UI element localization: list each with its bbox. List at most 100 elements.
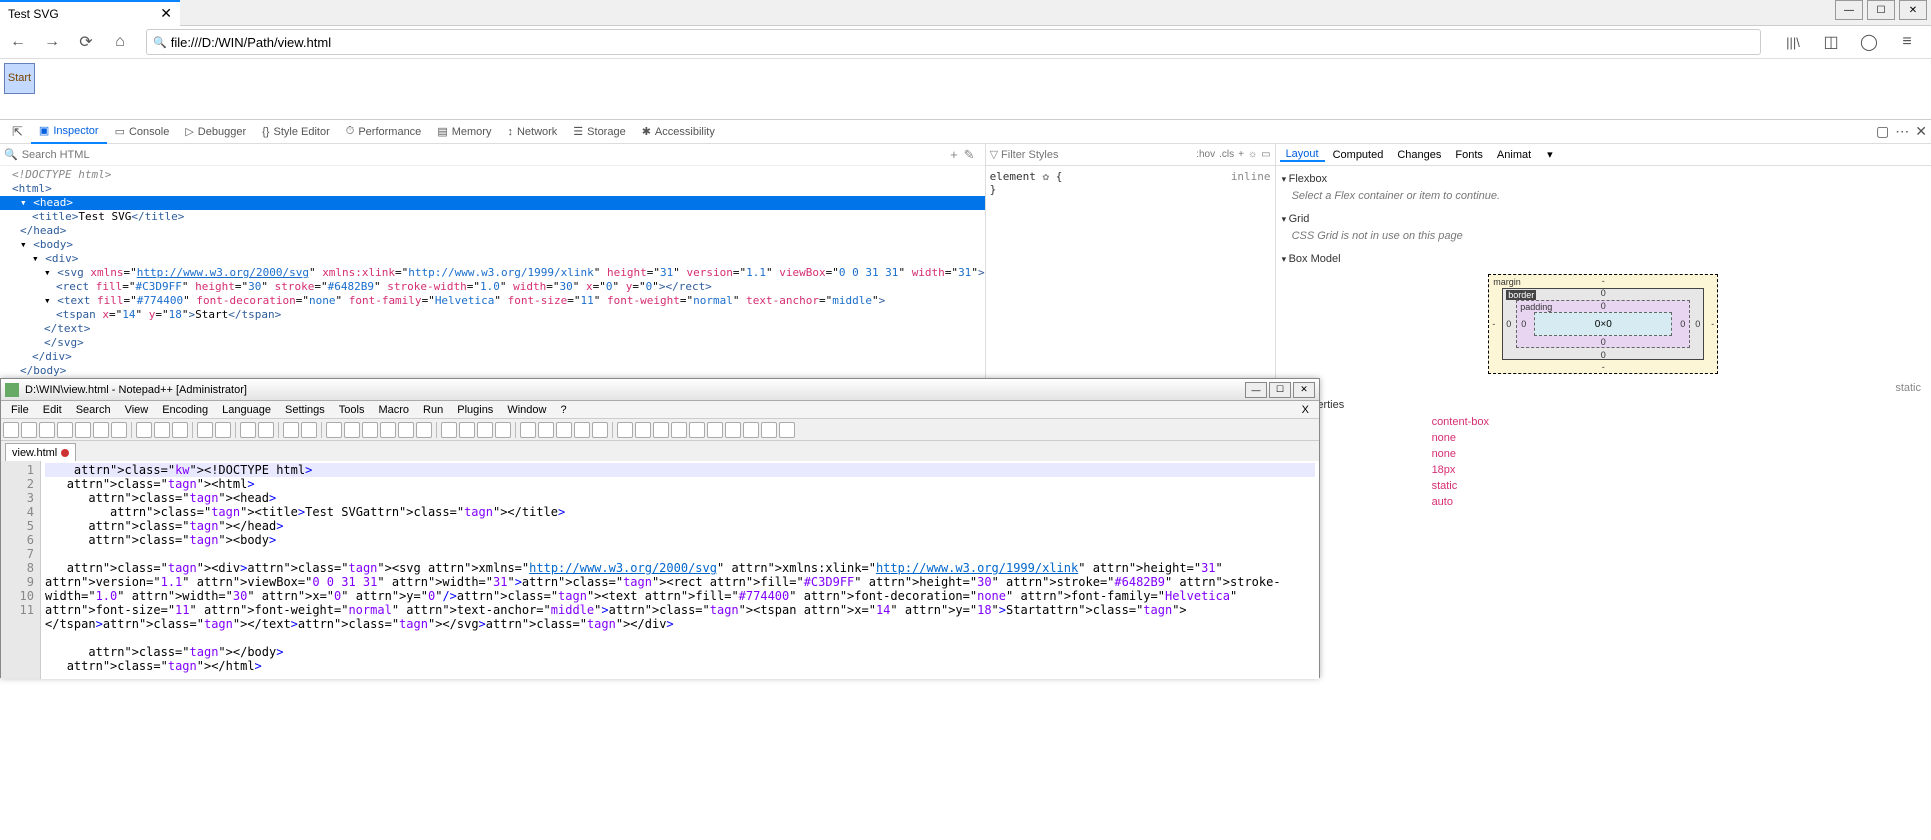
html-open[interactable]: <html>: [12, 182, 52, 195]
npp-titlebar[interactable]: D:\WIN\view.html - Notepad++ [Administra…: [1, 379, 1319, 401]
tb-paste-icon[interactable]: [172, 422, 188, 438]
browser-tab[interactable]: Test SVG ✕: [0, 0, 180, 26]
search-html-input[interactable]: [22, 149, 944, 161]
tb-misc10-icon[interactable]: [779, 422, 795, 438]
tb-cut-icon[interactable]: [136, 422, 152, 438]
menu-view[interactable]: View: [119, 404, 155, 416]
body-close[interactable]: </body>: [0, 364, 985, 378]
text-open[interactable]: ▾ <text fill="#774400" font-decoration="…: [0, 294, 985, 308]
tb-replace-icon[interactable]: [258, 422, 274, 438]
grid-section[interactable]: Grid: [1282, 210, 1925, 228]
cls-toggle[interactable]: .cls: [1219, 149, 1234, 160]
menu-macro[interactable]: Macro: [372, 404, 415, 416]
svg-open[interactable]: ▾ <svg xmlns="http://www.w3.org/2000/svg…: [0, 266, 985, 280]
tab-accessibility[interactable]: ✱ Accessibility: [634, 120, 723, 144]
tb-fold-icon[interactable]: [398, 422, 414, 438]
menu-run[interactable]: Run: [417, 404, 449, 416]
menu-icon[interactable]: ≡: [1893, 28, 1921, 56]
pick-element-icon[interactable]: ⇱: [4, 120, 31, 144]
computed-tab[interactable]: Computed: [1327, 149, 1390, 161]
tb-playmulti-icon[interactable]: [574, 422, 590, 438]
npp-x-label[interactable]: X: [1296, 404, 1315, 416]
light-icon[interactable]: ☼: [1248, 149, 1257, 160]
tb-misc5-icon[interactable]: [689, 422, 705, 438]
more-icon[interactable]: ▾: [1541, 148, 1559, 161]
tb-zoomin-icon[interactable]: [283, 422, 299, 438]
tb-saveall-icon[interactable]: [57, 422, 73, 438]
tb-misc3-icon[interactable]: [653, 422, 669, 438]
tb-zoomout-icon[interactable]: [301, 422, 317, 438]
tb-map-icon[interactable]: [495, 422, 511, 438]
npp-close-icon[interactable]: ✕: [1293, 382, 1315, 398]
tab-network[interactable]: ↕ Network: [499, 120, 565, 144]
fonts-tab[interactable]: Fonts: [1449, 149, 1489, 161]
tb-uncomment-icon[interactable]: [459, 422, 475, 438]
npp-file-tab[interactable]: view.html: [5, 443, 76, 461]
home-button[interactable]: ⌂: [106, 28, 134, 56]
box-model-diagram[interactable]: margin - - - - border 0 0 0 0 padding 0 …: [1488, 274, 1718, 374]
tb-rec-icon[interactable]: [520, 422, 536, 438]
menu-window[interactable]: Window: [501, 404, 552, 416]
tb-wrap-icon[interactable]: [344, 422, 360, 438]
svg-close[interactable]: </svg>: [0, 336, 985, 350]
tab-inspector[interactable]: ▣ Inspector: [31, 120, 107, 144]
back-button[interactable]: ←: [4, 28, 32, 56]
tb-func-icon[interactable]: [477, 422, 493, 438]
tb-copy-icon[interactable]: [154, 422, 170, 438]
tb-misc6-icon[interactable]: [707, 422, 723, 438]
close-tab-icon[interactable]: ✕: [160, 5, 172, 22]
tab-memory[interactable]: ▤ Memory: [429, 120, 499, 144]
text-close[interactable]: </text>: [0, 322, 985, 336]
menu-plugins[interactable]: Plugins: [451, 404, 499, 416]
menu-encoding[interactable]: Encoding: [156, 404, 214, 416]
animat-tab[interactable]: Animat: [1491, 149, 1537, 161]
layout-tab[interactable]: Layout: [1280, 148, 1325, 162]
add-rule-icon[interactable]: +: [1238, 149, 1244, 160]
flexbox-section[interactable]: Flexbox: [1282, 170, 1925, 188]
npp-editor[interactable]: 1234567891011 attrn">class="kw"><!DOCTYP…: [1, 461, 1319, 679]
tb-close-icon[interactable]: [75, 422, 91, 438]
url-input[interactable]: [171, 35, 1754, 50]
tb-savemacro-icon[interactable]: [592, 422, 608, 438]
tb-misc2-icon[interactable]: [635, 422, 651, 438]
forward-button[interactable]: →: [38, 28, 66, 56]
title-node[interactable]: <title>Test SVG</title>: [0, 210, 985, 224]
code-area[interactable]: attrn">class="kw"><!DOCTYPE html> attrn"…: [41, 461, 1319, 679]
tab-debugger[interactable]: ▷ Debugger: [177, 120, 254, 144]
tb-save-icon[interactable]: [39, 422, 55, 438]
tb-redo-icon[interactable]: [215, 422, 231, 438]
tb-open-icon[interactable]: [21, 422, 37, 438]
menu-search[interactable]: Search: [70, 404, 117, 416]
tab-console[interactable]: ▭ Console: [107, 120, 178, 144]
tb-closeall-icon[interactable]: [93, 422, 109, 438]
npp-maximize-icon[interactable]: ☐: [1269, 382, 1291, 398]
boxmodel-section[interactable]: Box Model: [1282, 250, 1925, 268]
menu-tools[interactable]: Tools: [333, 404, 371, 416]
head-node-selected[interactable]: ▾ <head>: [0, 196, 985, 210]
start-svg-button[interactable]: Start: [4, 63, 35, 94]
tab-performance[interactable]: ⏱ Performance: [338, 120, 430, 144]
div-close[interactable]: </div>: [0, 350, 985, 364]
tb-undo-icon[interactable]: [197, 422, 213, 438]
eyedropper-icon[interactable]: ✎: [964, 147, 975, 163]
menu-edit[interactable]: Edit: [37, 404, 68, 416]
menu-language[interactable]: Language: [216, 404, 277, 416]
tb-play-icon[interactable]: [556, 422, 572, 438]
tb-showall-icon[interactable]: [362, 422, 378, 438]
close-devtools-icon[interactable]: ✕: [1915, 123, 1927, 140]
tb-misc1-icon[interactable]: [617, 422, 633, 438]
reload-button[interactable]: ⟳: [72, 28, 100, 56]
close-window-icon[interactable]: ✕: [1899, 0, 1927, 20]
tb-indent-icon[interactable]: [380, 422, 396, 438]
npp-minimize-icon[interactable]: —: [1245, 382, 1267, 398]
library-icon[interactable]: |||\: [1779, 28, 1807, 56]
tb-new-icon[interactable]: [3, 422, 19, 438]
changes-tab[interactable]: Changes: [1391, 149, 1447, 161]
filter-styles-input[interactable]: [1001, 149, 1192, 161]
tab-style-editor[interactable]: {} Style Editor: [254, 120, 338, 144]
tb-print-icon[interactable]: [111, 422, 127, 438]
sidebar-icon[interactable]: ◫: [1817, 28, 1845, 56]
tspan-node[interactable]: <tspan x="14" y="18">Start</tspan>: [0, 308, 985, 322]
tb-sync-icon[interactable]: [326, 422, 342, 438]
options-icon[interactable]: ⋯: [1895, 123, 1909, 140]
